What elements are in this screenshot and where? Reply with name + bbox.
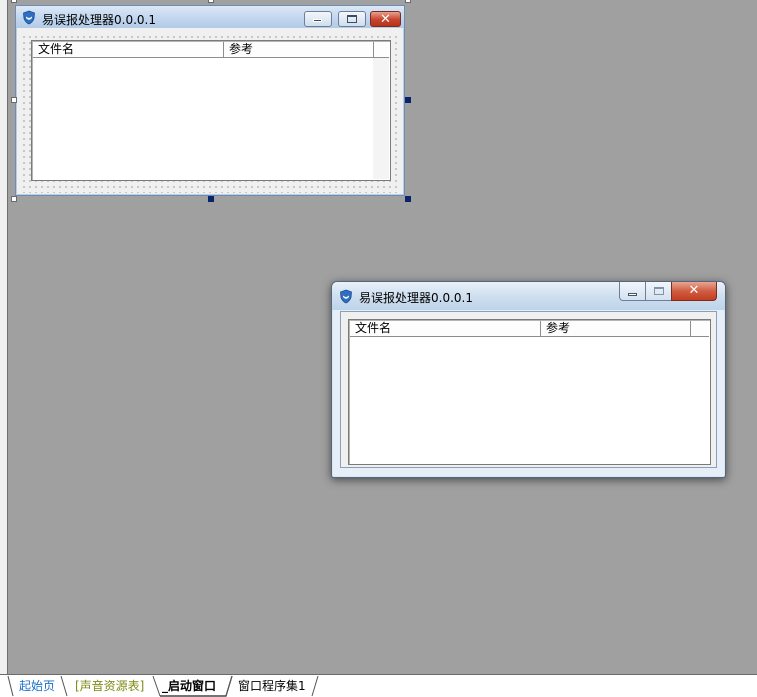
runtime-form-title: 易误报处理器0.0.0.1 (359, 291, 473, 305)
minimize-icon (313, 19, 322, 22)
listview-header: 文件名 参考 (350, 321, 709, 337)
maximize-icon (653, 287, 664, 295)
tab-sound-resource-table[interactable]: [声音资源表] (75, 678, 144, 695)
resize-handle-se[interactable] (405, 196, 411, 202)
maximize-button[interactable] (645, 282, 672, 301)
column-header-filename[interactable]: 文件名 (33, 42, 224, 57)
close-button[interactable]: ✕ (370, 11, 401, 27)
design-form[interactable]: 易误报处理器0.0.0.1 ✕ 文件名 参考 (15, 5, 405, 196)
maximize-button[interactable] (338, 11, 366, 27)
file-listview[interactable]: 文件名 参考 (31, 40, 391, 181)
resize-handle-e[interactable] (405, 97, 411, 103)
listview-scrollbar[interactable] (373, 58, 389, 179)
resize-handle-s[interactable] (208, 196, 214, 202)
maximize-icon (347, 15, 357, 23)
column-header-filename[interactable]: 文件名 (350, 321, 541, 336)
shield-icon (339, 289, 353, 304)
minimize-button[interactable] (619, 282, 646, 301)
resize-handle-ne[interactable] (405, 0, 411, 3)
tab-window-assembly[interactable]: 窗口程序集1 (238, 678, 306, 695)
close-icon: ✕ (380, 12, 391, 27)
minimize-icon (627, 293, 637, 296)
resize-handle-sw[interactable] (11, 196, 17, 202)
form-designer-workspace[interactable]: 易误报处理器0.0.0.1 ✕ 文件名 参考 易误报处理器0.0.0.1 ✕ 文… (0, 0, 757, 674)
tab-startup-window[interactable]: _启动窗口 (162, 678, 216, 695)
document-tab-strip: 起始页 [声音资源表] _启动窗口 窗口程序集1 (0, 674, 757, 697)
design-form-titlebar[interactable]: 易误报处理器0.0.0.1 ✕ (16, 6, 404, 28)
listview-header: 文件名 参考 (33, 42, 389, 58)
resize-handle-w[interactable] (11, 97, 17, 103)
caption-buttons: ✕ (619, 282, 719, 301)
file-listview[interactable]: 文件名 参考 (348, 319, 711, 465)
runtime-form-titlebar[interactable]: 易误报处理器0.0.0.1 ✕ (332, 282, 725, 310)
runtime-form-window[interactable]: 易误报处理器0.0.0.1 ✕ 文件名 参考 (331, 281, 726, 478)
runtime-form-client-area: 文件名 参考 (340, 311, 717, 468)
close-icon: ✕ (688, 283, 700, 298)
minimize-button[interactable] (304, 11, 332, 27)
close-button[interactable]: ✕ (671, 282, 717, 301)
column-header-reference[interactable]: 参考 (541, 321, 691, 336)
designer-left-ruler (0, 0, 8, 674)
column-header-reference[interactable]: 参考 (224, 42, 374, 57)
design-form-title: 易误报处理器0.0.0.1 (42, 13, 156, 27)
shield-icon (22, 10, 36, 25)
design-form-client-area[interactable]: 文件名 参考 (20, 33, 400, 193)
resize-handle-nw[interactable] (11, 0, 17, 3)
resize-handle-n[interactable] (208, 0, 214, 3)
tab-start-page[interactable]: 起始页 (19, 678, 55, 695)
